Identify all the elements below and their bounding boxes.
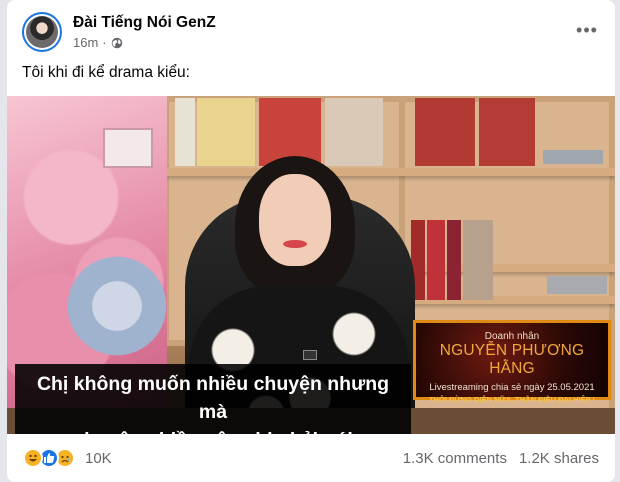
subtitle-line-2: chuyện nhiều nên chị phải nói bbox=[25, 426, 401, 434]
meta-separator: · bbox=[102, 35, 107, 50]
banner-date: Livestreaming chia sẻ ngày 25.05.2021 bbox=[429, 382, 595, 393]
book-spine bbox=[447, 220, 461, 300]
reaction-count: 10K bbox=[85, 449, 112, 467]
post-time[interactable]: 16m bbox=[73, 35, 98, 50]
book-spine bbox=[463, 220, 493, 300]
avatar-image bbox=[26, 16, 58, 48]
lapel-mic bbox=[303, 350, 317, 360]
book-spine bbox=[427, 220, 445, 300]
comments-count-link[interactable]: 1.3K comments bbox=[403, 450, 507, 467]
post-meta: 16m · bbox=[73, 35, 123, 50]
video-subtitle: Chị không muốn nhiều chuyện nhưng mà chu… bbox=[15, 364, 411, 434]
haha-icon bbox=[23, 448, 43, 468]
post-caption: Tôi khi đi kể drama kiểu: bbox=[22, 64, 190, 81]
banner-name: NGUYỄN PHƯƠNG HẰNG bbox=[439, 342, 585, 377]
speaker-lips bbox=[283, 240, 307, 248]
book bbox=[175, 98, 195, 166]
shares-count-link[interactable]: 1.2K shares bbox=[519, 450, 599, 467]
post-video[interactable]: Chị không muốn nhiều chuyện nhưng mà chu… bbox=[7, 96, 615, 434]
more-options-icon[interactable]: ••• bbox=[575, 18, 599, 42]
shelf-plank bbox=[167, 168, 615, 176]
post-card: Đài Tiếng Nói GenZ 16m · ••• Tôi khi đi … bbox=[7, 0, 615, 482]
book-cover bbox=[479, 98, 535, 166]
page-name-link[interactable]: Đài Tiếng Nói GenZ bbox=[73, 14, 216, 32]
engagement-stats: 1.3K comments 1.2K shares bbox=[403, 450, 599, 467]
speaker-face bbox=[259, 174, 331, 266]
magazine bbox=[197, 98, 255, 166]
post-header: Đài Tiếng Nói GenZ 16m · ••• bbox=[7, 0, 615, 60]
magazine bbox=[325, 98, 383, 166]
banner-slogan: THÔI ĐỪNG DIỄN NỮA, THẦN ĐIỀU ĐẠI HIỆP ! bbox=[428, 395, 596, 404]
post-footer: 10K 1.3K comments 1.2K shares bbox=[7, 434, 615, 482]
book-stack bbox=[543, 150, 603, 164]
flower-bouquet bbox=[62, 246, 172, 366]
banner-line-1: Doanh nhân bbox=[484, 331, 540, 342]
page-avatar[interactable] bbox=[22, 12, 62, 52]
book-stack bbox=[547, 276, 607, 294]
book-cover bbox=[415, 98, 475, 166]
greeting-card bbox=[103, 128, 153, 168]
public-globe-icon bbox=[111, 37, 122, 48]
livestream-banner: Doanh nhân NGUYỄN PHƯƠNG HẰNG Livestream… bbox=[413, 320, 611, 404]
reactions-summary[interactable]: 10K bbox=[23, 448, 112, 468]
subtitle-line-1: Chị không muốn nhiều chuyện nhưng mà bbox=[36, 373, 390, 423]
